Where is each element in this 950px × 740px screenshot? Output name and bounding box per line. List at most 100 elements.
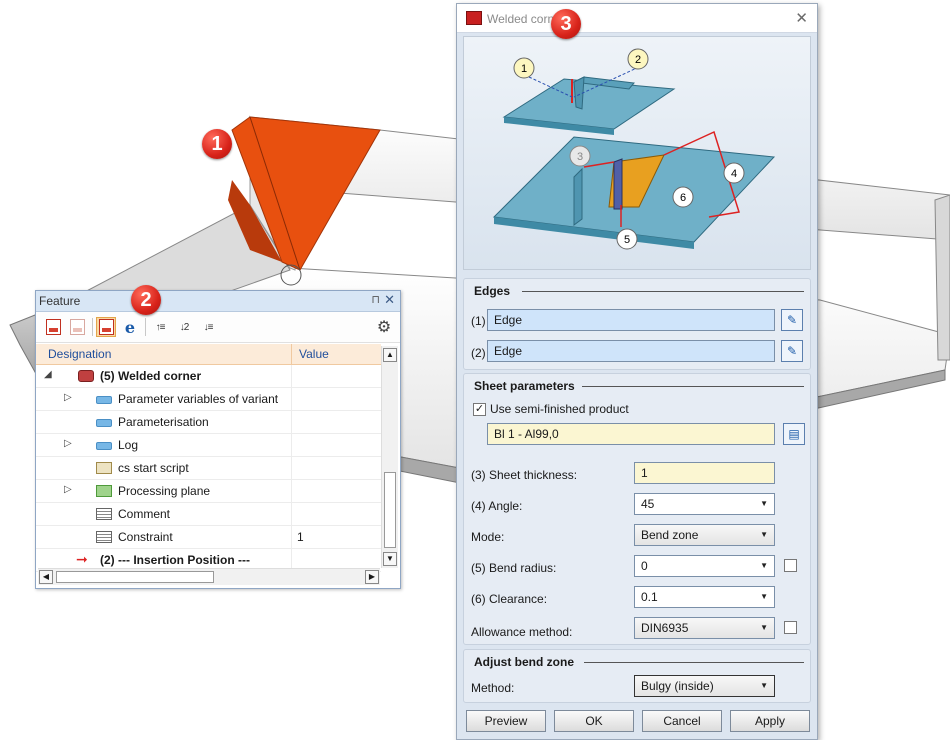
- table-icon: [96, 508, 112, 520]
- diagram-label-3: 3: [577, 151, 583, 163]
- script-icon: [96, 462, 112, 474]
- edges-group-title: Edges: [474, 284, 511, 298]
- expand-icon[interactable]: ▷: [64, 484, 72, 495]
- clearance-combobox[interactable]: 0.1: [634, 586, 775, 608]
- bend-radius-combobox[interactable]: 0: [634, 555, 775, 577]
- allowance-checkbox[interactable]: [784, 621, 797, 634]
- feature-toolbar: e ↑≡ ↓2 ↓≡ ⚙: [36, 312, 400, 343]
- callout-badge-1: 1: [202, 129, 232, 159]
- tree-label: cs start script: [118, 461, 189, 475]
- ok-button[interactable]: OK: [554, 710, 634, 732]
- tree-row-log[interactable]: ▷ Log: [36, 434, 381, 457]
- adjust-bend-zone-title: Adjust bend zone: [474, 655, 574, 669]
- parameter-icon: [96, 396, 112, 404]
- semi-finished-field[interactable]: Bl 1 - Al99,0: [487, 423, 775, 445]
- edit-e-icon[interactable]: e: [120, 317, 140, 337]
- tree-label: Log: [118, 438, 139, 452]
- tree-label: Constraint: [118, 530, 173, 544]
- method-label: Method:: [471, 681, 515, 695]
- callout-badge-2: 2: [131, 285, 161, 315]
- tree-row-welded-corner[interactable]: ◢ (5) Welded corner: [36, 365, 381, 388]
- feature-panel-titlebar: Feature ⊓ ✕: [36, 291, 400, 312]
- sheet-parameters-group: Sheet parameters ✓ Use semi-finished pro…: [463, 373, 811, 645]
- pin-icon[interactable]: ⊓: [371, 293, 380, 306]
- tree-row-comment[interactable]: Comment: [36, 503, 381, 526]
- allowance-method-dropdown[interactable]: DIN6935: [634, 617, 775, 639]
- diagram-label-1: 1: [521, 63, 527, 75]
- method-dropdown[interactable]: Bulgy (inside): [634, 675, 775, 697]
- use-semi-finished-checkbox[interactable]: ✓: [473, 403, 486, 416]
- tree-label: Parameter variables of variant: [118, 392, 279, 406]
- bend-radius-checkbox[interactable]: [784, 559, 797, 572]
- tree-label: Processing plane: [118, 484, 211, 498]
- collapse-icon[interactable]: ◢: [44, 369, 52, 380]
- edge2-field[interactable]: Edge: [487, 340, 775, 362]
- table-icon: [96, 531, 112, 543]
- insert-feature-disabled-icon: [67, 317, 87, 337]
- welded-corner-diagram: 1 2 3 4 5 6: [463, 36, 811, 270]
- tree-row-constraint[interactable]: Constraint 1: [36, 526, 381, 549]
- diagram-label-6: 6: [680, 192, 686, 204]
- edge1-field[interactable]: Edge: [487, 309, 775, 331]
- catalog-icon[interactable]: ▤: [783, 423, 805, 445]
- apply-button[interactable]: Apply: [730, 710, 810, 732]
- scroll-left-icon[interactable]: ◀: [39, 570, 53, 584]
- tree-label: (5) Welded corner: [100, 369, 202, 383]
- edge2-label: (2): [471, 346, 486, 360]
- edges-group: Edges (1) Edge ✎ (2) Edge ✎: [463, 278, 811, 370]
- feature-active-icon[interactable]: [96, 317, 116, 337]
- plane-icon: [96, 485, 112, 497]
- expand-icon[interactable]: ▷: [64, 438, 72, 449]
- column-designation[interactable]: Designation: [48, 347, 111, 361]
- filter-list-icon[interactable]: ↓≡: [198, 317, 218, 337]
- close-icon[interactable]: ✕: [795, 9, 808, 27]
- use-semi-finished-label: Use semi-finished product: [490, 402, 629, 416]
- scroll-down-icon[interactable]: ▼: [383, 552, 397, 566]
- scroll-up-icon[interactable]: ▲: [383, 348, 397, 362]
- scroll-thumb[interactable]: [384, 472, 396, 548]
- tree-label: Parameterisation: [118, 415, 209, 429]
- close-icon[interactable]: ✕: [384, 292, 395, 308]
- gear-icon[interactable]: ⚙: [374, 317, 394, 337]
- horizontal-scrollbar[interactable]: ◀ ▶: [38, 568, 380, 585]
- tree-label: (2) --- Insertion Position ---: [100, 553, 250, 567]
- vertical-scrollbar[interactable]: ▲ ▼: [381, 346, 398, 568]
- edge2-pick-icon[interactable]: ✎: [781, 340, 803, 362]
- diagram-label-4: 4: [731, 168, 737, 180]
- tree-row-parameterisation[interactable]: Parameterisation: [36, 411, 381, 434]
- scroll-thumb[interactable]: [56, 571, 214, 583]
- column-value[interactable]: Value: [299, 347, 329, 361]
- feature-panel-title: Feature: [39, 294, 81, 308]
- feature-panel: Feature ⊓ ✕ e ↑≡ ↓2 ↓≡ ⚙ Designation Val…: [35, 290, 401, 589]
- welded-corner-dialog: Welded corner ✕ 1 2 3 4 5 6 Edges (1) Ed…: [456, 3, 818, 740]
- diagram-label-5: 5: [624, 234, 630, 246]
- sheet-parameters-title: Sheet parameters: [474, 379, 575, 393]
- sheet-right-flange: [934, 194, 950, 361]
- bend-radius-label: (5) Bend radius:: [471, 561, 557, 575]
- app-icon: [466, 11, 482, 25]
- scroll-right-icon[interactable]: ▶: [365, 570, 379, 584]
- tree-row-parameter-variables[interactable]: ▷ Parameter variables of variant: [36, 388, 381, 411]
- cancel-button[interactable]: Cancel: [642, 710, 722, 732]
- expand-icon[interactable]: ▷: [64, 392, 72, 403]
- allowance-method-label: Allowance method:: [471, 625, 573, 639]
- arrow-right-icon: ➞: [76, 551, 88, 567]
- tree-value[interactable]: 1: [297, 530, 304, 544]
- sheet-thickness-field[interactable]: 1: [634, 462, 775, 484]
- tree-row-start-script[interactable]: cs start script: [36, 457, 381, 480]
- insert-feature-icon[interactable]: [43, 317, 63, 337]
- feature-table-header: Designation Value: [36, 344, 381, 365]
- tree-label: Comment: [118, 507, 171, 521]
- preview-button[interactable]: Preview: [466, 710, 546, 732]
- callout-badge-3: 3: [551, 9, 581, 39]
- mode-dropdown[interactable]: Bend zone: [634, 524, 775, 546]
- angle-combobox[interactable]: 45: [634, 493, 775, 515]
- sort-icon[interactable]: ↓2: [174, 317, 194, 337]
- tree-row-processing-plane[interactable]: ▷ Processing plane: [36, 480, 381, 503]
- welded-corner-icon: [78, 370, 94, 382]
- dialog-titlebar: Welded corner ✕: [457, 4, 817, 33]
- parameter-icon: [96, 419, 112, 427]
- edge1-pick-icon[interactable]: ✎: [781, 309, 803, 331]
- adjust-bend-zone-group: Adjust bend zone Method: Bulgy (inside): [463, 649, 811, 703]
- list-view-icon[interactable]: ↑≡: [150, 317, 170, 337]
